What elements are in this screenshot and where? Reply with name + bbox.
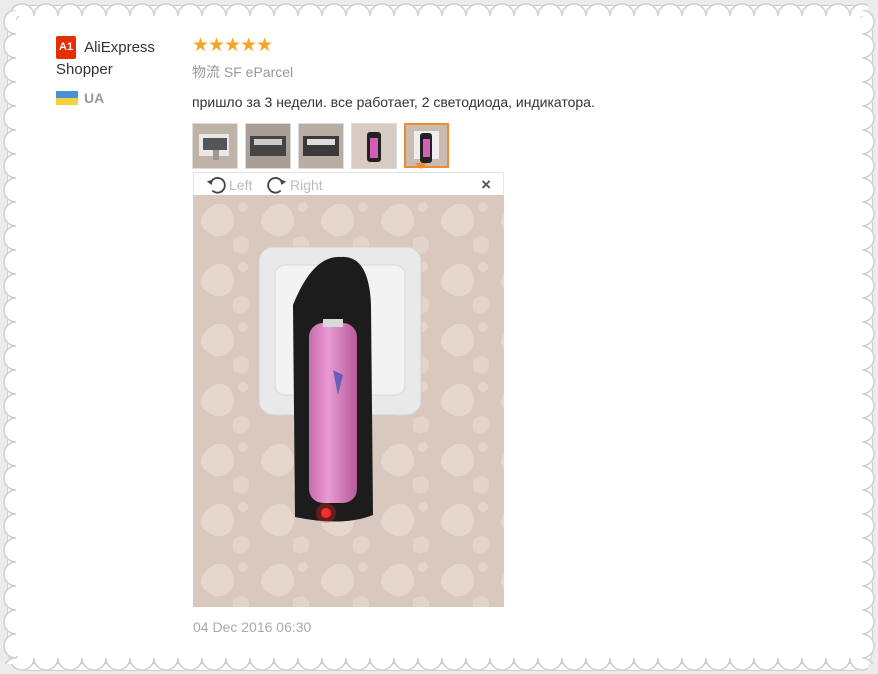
review-text: пришло за 3 недели. все работает, 2 свет…	[192, 94, 595, 110]
thumbnail-3[interactable]	[298, 123, 344, 169]
thumbnail-5[interactable]	[404, 123, 449, 168]
rotate-left-icon	[206, 177, 226, 194]
photo-viewer-toolbar: Left Right ×	[193, 172, 504, 195]
logistics-value: SF eParcel	[223, 64, 294, 80]
logistics-label: 物流	[192, 64, 220, 80]
photo-viewer: Left Right ×	[193, 172, 504, 607]
review-content: ★★★★★ 物流 SF eParcel пришло за 3 недели. …	[192, 36, 832, 169]
rotate-right-label: Right	[290, 177, 323, 193]
charger-photo-thumb-icon	[299, 124, 343, 168]
review-date: 04 Dec 2016 06:30	[193, 619, 312, 635]
thumbnail-4[interactable]	[351, 123, 397, 169]
thumbnail-2[interactable]	[245, 123, 291, 169]
ukraine-flag-icon	[56, 91, 78, 105]
rotate-right-icon	[267, 177, 287, 194]
charger-photo-thumb-icon	[246, 124, 290, 168]
review-photo	[193, 195, 504, 607]
charger-photo-thumb-icon	[406, 125, 447, 166]
logistics-info: 物流 SF eParcel	[192, 62, 832, 82]
close-viewer-button[interactable]: ×	[481, 175, 491, 195]
rotate-left-button[interactable]: Left	[205, 174, 252, 196]
country-code: UA	[84, 90, 105, 106]
reviewer-name-row: A1 AliExpress Shopper	[56, 36, 186, 80]
rotate-left-label: Left	[229, 177, 253, 193]
reviewer-info: A1 AliExpress Shopper UA	[56, 36, 186, 106]
charger-photo-thumb-icon	[352, 124, 396, 168]
charger-photo-thumb-icon	[193, 124, 237, 168]
reviewer-country: UA	[56, 90, 186, 106]
photo-thumbnails	[192, 123, 832, 169]
active-thumbnail-indicator	[415, 163, 427, 169]
rotate-right-button[interactable]: Right	[266, 174, 323, 196]
star-rating: ★★★★★	[192, 35, 273, 56]
reviewer-level-badge: A1	[56, 36, 77, 59]
thumbnail-1[interactable]	[192, 123, 238, 169]
